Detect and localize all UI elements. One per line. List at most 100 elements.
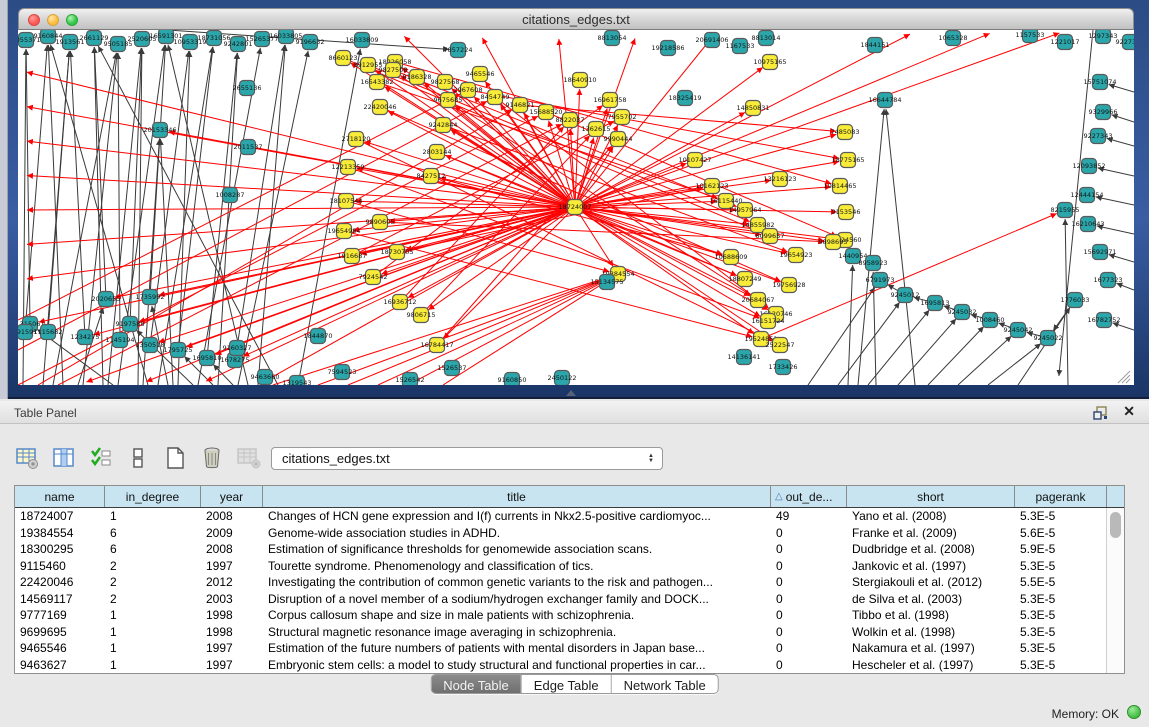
table-cell[interactable]: 5.9E-5 xyxy=(1015,541,1107,558)
table-cell[interactable]: Jankovic et al. (1997) xyxy=(847,558,1015,575)
delete-table-button[interactable] xyxy=(199,445,225,471)
table-cell[interactable]: 22420046 xyxy=(15,574,105,591)
black-edge[interactable] xyxy=(1116,283,1134,290)
table-cell[interactable]: 9699695 xyxy=(15,624,105,641)
column-header-year[interactable]: year xyxy=(201,486,263,507)
table-cell[interactable]: Yano et al. (2008) xyxy=(847,508,1015,525)
table-cell[interactable]: Changes of HCN gene expression and I(f) … xyxy=(263,508,771,525)
table-cell[interactable]: 1 xyxy=(105,624,201,641)
create-table-button[interactable] xyxy=(162,445,188,471)
black-edge[interactable] xyxy=(78,308,103,385)
table-scrollbar[interactable] xyxy=(1106,508,1124,673)
table-cell[interactable]: 5.3E-5 xyxy=(1015,607,1107,624)
red-edge[interactable] xyxy=(27,207,575,210)
black-edge[interactable] xyxy=(158,47,213,385)
column-header-in_degree[interactable]: in_degree xyxy=(105,486,201,507)
table-cell[interactable]: Dudbridge et al. (2008) xyxy=(847,541,1015,558)
table-cell[interactable]: 2 xyxy=(105,574,201,591)
table-cell[interactable]: 2003 xyxy=(201,591,263,608)
tab-edge-table[interactable]: Edge Table xyxy=(522,675,612,693)
red-edge[interactable] xyxy=(215,207,575,355)
red-edge[interactable] xyxy=(348,277,610,385)
table-cell[interactable]: 18300295 xyxy=(15,541,105,558)
column-header-pagerank[interactable]: pagerank xyxy=(1015,486,1107,507)
delete-column-button[interactable] xyxy=(236,445,262,471)
table-cell[interactable]: 2009 xyxy=(201,525,263,542)
table-cell[interactable]: 5.6E-5 xyxy=(1015,525,1107,542)
table-row[interactable]: 1938455462009Genome-wide association stu… xyxy=(15,525,1124,542)
table-cell[interactable]: Estimation of significance thresholds fo… xyxy=(263,541,771,558)
table-cell[interactable]: 1997 xyxy=(201,640,263,657)
table-cell[interactable]: Corpus callosum shape and size in male p… xyxy=(263,607,771,624)
table-cell[interactable]: Investigating the contribution of common… xyxy=(263,574,771,591)
black-edge[interactable] xyxy=(886,109,915,385)
table-cell[interactable]: Franke et al. (2009) xyxy=(847,525,1015,542)
tab-node-table[interactable]: Node Table xyxy=(431,675,522,693)
table-row[interactable]: 1830029562008Estimation of significance … xyxy=(15,541,1124,558)
table-cell[interactable]: 5.3E-5 xyxy=(1015,640,1107,657)
table-cell[interactable]: 18724007 xyxy=(15,508,105,525)
column-header-short[interactable]: short xyxy=(847,486,1015,507)
table-cell[interactable]: 1998 xyxy=(201,607,263,624)
table-cell[interactable]: 0 xyxy=(771,591,847,608)
table-cell[interactable]: 0 xyxy=(771,558,847,575)
table-cell[interactable]: 49 xyxy=(771,508,847,525)
table-cell[interactable]: 0 xyxy=(771,541,847,558)
table-cell[interactable]: 5.3E-5 xyxy=(1015,591,1107,608)
black-edge[interactable] xyxy=(868,310,929,385)
black-edge[interactable] xyxy=(808,287,875,385)
table-cell[interactable]: Hescheler et al. (1997) xyxy=(847,657,1015,674)
table-cell[interactable]: 2008 xyxy=(201,508,263,525)
table-cell[interactable]: 1997 xyxy=(201,657,263,674)
table-cell[interactable]: 0 xyxy=(771,525,847,542)
table-cell[interactable]: 19384554 xyxy=(15,525,105,542)
table-cell[interactable]: Structural magnetic resonance image aver… xyxy=(263,624,771,641)
table-cell[interactable]: 1 xyxy=(105,508,201,525)
table-cell[interactable]: Nakamura et al. (1997) xyxy=(847,640,1015,657)
red-edge[interactable] xyxy=(443,279,610,385)
red-edge[interactable] xyxy=(139,207,575,322)
column-header-name[interactable]: name xyxy=(15,486,105,507)
close-panel-icon[interactable]: ✕ xyxy=(1123,403,1135,420)
black-edge[interactable] xyxy=(838,302,900,385)
resize-grip-icon[interactable] xyxy=(1122,375,1130,383)
network-canvas[interactable]: 1872400786601238912955182260589827508165… xyxy=(18,30,1134,385)
table-row[interactable]: 977716911998Corpus callosum shape and si… xyxy=(15,607,1124,624)
table-cell[interactable]: 6 xyxy=(105,541,201,558)
table-row[interactable]: 2242004622012Investigating the contribut… xyxy=(15,574,1124,591)
float-panel-icon[interactable] xyxy=(1093,405,1109,421)
red-edge[interactable] xyxy=(575,33,1060,207)
network-graph[interactable]: 1872400786601238912955182260589827508165… xyxy=(18,30,1134,385)
table-row[interactable]: 1456911722003Disruption of a novel membe… xyxy=(15,591,1124,608)
table-cell[interactable]: 5.3E-5 xyxy=(1015,508,1107,525)
black-edge[interactable] xyxy=(928,327,984,385)
red-edge[interactable] xyxy=(575,89,580,207)
panel-divider-handle[interactable] xyxy=(566,390,576,396)
resize-grip-icon[interactable] xyxy=(1126,379,1130,383)
red-edge[interactable] xyxy=(388,111,575,207)
table-cell[interactable]: 9463627 xyxy=(15,657,105,674)
red-edge[interactable] xyxy=(575,163,687,207)
table-cell[interactable]: Stergiakouli et al. (2012) xyxy=(847,574,1015,591)
column-header-title[interactable]: title xyxy=(263,486,771,507)
table-cell[interactable]: 2008 xyxy=(201,541,263,558)
table-cell[interactable]: 1 xyxy=(105,640,201,657)
table-cell[interactable]: 5.3E-5 xyxy=(1015,558,1107,575)
table-selector-dropdown[interactable]: citations_edges.txt ▲▼ xyxy=(271,447,663,470)
table-cell[interactable]: de Silva et al. (2003) xyxy=(847,591,1015,608)
table-cell[interactable]: 14569117 xyxy=(15,591,105,608)
table-row[interactable]: 946362711997Embryonic stem cells: a mode… xyxy=(15,657,1124,674)
table-cell[interactable]: Tourette syndrome. Phenomenology and cla… xyxy=(263,558,771,575)
table-cell[interactable]: Estimation of the future numbers of pati… xyxy=(263,640,771,657)
table-options-button[interactable] xyxy=(14,445,40,471)
table-cell[interactable]: 9777169 xyxy=(15,607,105,624)
table-cell[interactable]: 6 xyxy=(105,525,201,542)
red-edge[interactable] xyxy=(206,207,575,381)
red-edge[interactable] xyxy=(378,278,610,385)
table-cell[interactable]: 0 xyxy=(771,657,847,674)
tab-network-table[interactable]: Network Table xyxy=(612,675,718,693)
table-cell[interactable]: Embryonic stem cells: a model to study s… xyxy=(263,657,771,674)
red-edge[interactable] xyxy=(575,207,836,239)
table-cell[interactable]: 5.5E-5 xyxy=(1015,574,1107,591)
black-edge[interactable] xyxy=(958,336,1011,385)
